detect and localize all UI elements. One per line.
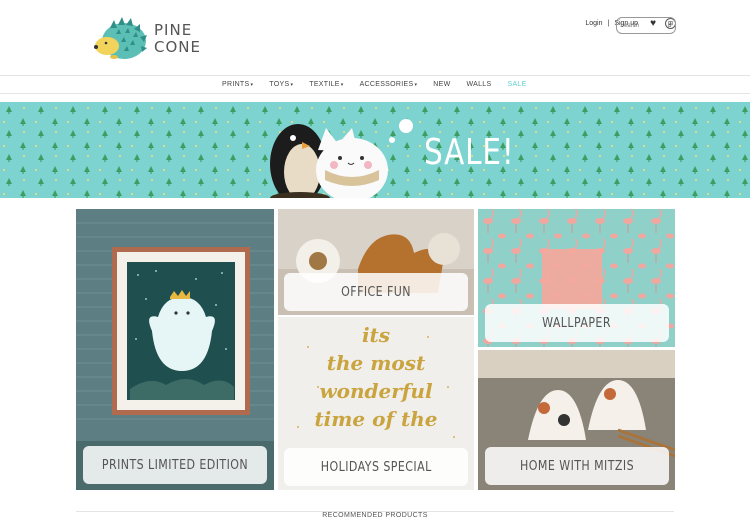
recommended-heading: RECOMMENDED PRODUCTS (322, 512, 428, 519)
script-line: the most (326, 351, 426, 375)
logo-wordmark: PINE CONE (154, 22, 201, 56)
script-line: time of the (314, 407, 438, 431)
site-logo[interactable]: PINE CONE (92, 16, 201, 62)
script-line: its (361, 323, 391, 347)
tile-label-text: WALLPAPER (542, 315, 612, 331)
tile-wallpaper[interactable]: WALLPAPER (478, 209, 675, 347)
chevron-down-icon: ▾ (414, 82, 418, 88)
chevron-down-icon: ▾ (340, 82, 344, 88)
main-nav: PRINTS▾ TOYS▾ TEXTILE▾ ACCESSORIES▾ NEW … (0, 76, 750, 94)
tree-pattern-background (0, 102, 750, 198)
search-input[interactable] (620, 22, 662, 29)
tile-holidays[interactable]: its the most wonderful time of the HOLID… (278, 317, 474, 490)
site-header: PINE CONE Login | Sign up ♥ ⊞ ⌕ (0, 0, 750, 76)
tile-office[interactable]: OFFICE FUN (278, 209, 474, 315)
nav-label: TEXTILE (309, 81, 340, 88)
tile-label: WALLPAPER (485, 304, 669, 342)
chevron-down-icon: ▾ (290, 82, 294, 88)
logo-line-2: CONE (154, 38, 201, 56)
login-link[interactable]: Login (585, 20, 602, 27)
nav-accessories[interactable]: ACCESSORIES▾ (360, 81, 418, 88)
nav-textile[interactable]: TEXTILE▾ (309, 81, 343, 88)
sale-banner[interactable]: SALE! (0, 102, 750, 198)
tile-prints[interactable]: PRINTS LIMITED EDITION (76, 209, 274, 490)
tile-label: HOME WITH MITZIS (485, 447, 669, 485)
nav-sale[interactable]: SALE (507, 81, 526, 88)
hedgehog-logo-icon (94, 17, 147, 59)
tile-label-text: OFFICE FUN (341, 284, 411, 300)
nav-label: TOYS (269, 81, 290, 88)
script-line: wonderful (319, 379, 433, 403)
logo-line-1: PINE (154, 21, 193, 39)
tile-label: HOLIDAYS SPECIAL (284, 448, 468, 486)
holiday-script-text: its the most wonderful time of the (278, 321, 474, 433)
tile-home[interactable]: HOME WITH MITZIS (478, 350, 675, 490)
nav-toys[interactable]: TOYS▾ (269, 81, 293, 88)
separator: | (607, 20, 610, 27)
nav-prints[interactable]: PRINTS▾ (222, 81, 253, 88)
chevron-down-icon: ▾ (250, 82, 254, 88)
search-icon[interactable]: ⌕ (668, 21, 672, 31)
banner-sale-text: SALE! (424, 132, 515, 173)
nav-label: PRINTS (222, 81, 250, 88)
tile-label: PRINTS LIMITED EDITION (83, 446, 267, 484)
tile-label-text: PRINTS LIMITED EDITION (101, 457, 249, 473)
tile-label-text: HOME WITH MITZIS (520, 458, 634, 474)
nav-walls[interactable]: WALLS (466, 81, 491, 88)
search-box: ⌕ (616, 17, 676, 34)
nav-new[interactable]: NEW (433, 81, 450, 88)
nav-label: ACCESSORIES (359, 81, 414, 88)
tile-label-text: HOLIDAYS SPECIAL (320, 459, 432, 475)
tile-label: OFFICE FUN (284, 273, 468, 311)
